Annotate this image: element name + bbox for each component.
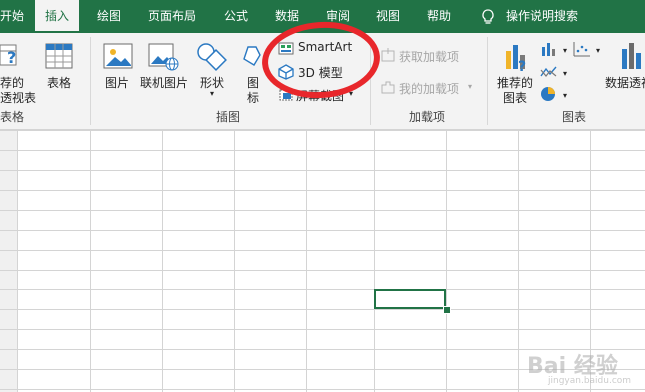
tab-insert[interactable]: 插入 [35, 0, 80, 33]
group-label-addins: 加载项 [409, 110, 446, 124]
tab-view[interactable]: 视图 [376, 0, 400, 33]
icons-button-line2[interactable]: 标 [247, 89, 259, 106]
grid-row-line [0, 289, 645, 290]
baidu-watermark-url: jingyan.baidu.com [548, 376, 632, 386]
icons-icon[interactable] [242, 43, 262, 69]
my-addins-button[interactable]: 我的加载项 [399, 80, 459, 97]
grid-row-line [0, 150, 645, 151]
picture-button[interactable]: 图片 [105, 74, 129, 91]
selected-cell[interactable] [374, 289, 446, 309]
my-addins-icon [381, 81, 395, 94]
store-icon [381, 48, 395, 62]
chevron-down-icon: ▾ [563, 69, 568, 78]
grid-row-line [0, 210, 645, 211]
lightbulb-icon [482, 9, 494, 24]
group-separator [487, 37, 488, 125]
table-button[interactable]: 表格 [47, 74, 71, 91]
recommended-charts-label-2[interactable]: 图表 [503, 89, 527, 106]
grid-row-line [0, 130, 645, 131]
table-icon[interactable] [45, 43, 73, 69]
column-chart-icon[interactable] [540, 41, 558, 57]
tell-me-search[interactable]: 操作说明搜索 [506, 0, 578, 33]
online-picture-icon[interactable] [148, 43, 180, 71]
group-label-tables: 表格 [0, 110, 25, 124]
svg-text:?: ? [518, 59, 526, 73]
chevron-down-icon: ▾ [468, 82, 473, 91]
group-label-illustrations: 插图 [216, 110, 241, 124]
tab-formulas[interactable]: 公式 [224, 0, 248, 33]
grid-row-line [0, 230, 645, 231]
grid-row-line [0, 250, 645, 251]
chevron-down-icon: ▾ [563, 91, 568, 100]
tab-home[interactable]: 开始 [0, 0, 24, 33]
online-picture-button[interactable]: 联机图片 [140, 74, 188, 91]
grid-row-line [0, 389, 645, 390]
tab-page-layout[interactable]: 页面布局 [148, 0, 196, 33]
tab-draw[interactable]: 绘图 [97, 0, 121, 33]
recommended-pivot-label-2: 透视表 [0, 91, 37, 105]
grid-row-line [0, 270, 645, 271]
chevron-down-icon: ▾ [596, 46, 601, 55]
recommended-charts-icon[interactable]: ? [504, 41, 532, 73]
chevron-down-icon: ▾ [210, 89, 215, 98]
get-addins-button[interactable]: 获取加载项 [399, 48, 459, 65]
chevron-down-icon: ▾ [563, 46, 568, 55]
grid-row-line [0, 190, 645, 191]
svg-text:?: ? [7, 48, 16, 67]
tab-help[interactable]: 帮助 [427, 0, 451, 33]
scatter-chart-icon[interactable] [573, 41, 591, 57]
picture-icon[interactable] [103, 43, 133, 69]
line-chart-icon[interactable] [540, 64, 558, 80]
group-separator [90, 37, 91, 125]
pivot-chart-button[interactable]: 数据透视 [605, 74, 645, 91]
pivot-chart-icon[interactable] [620, 41, 645, 71]
grid-row-line [0, 170, 645, 171]
fill-handle[interactable] [443, 306, 451, 314]
pie-chart-icon[interactable] [540, 86, 558, 102]
grid-row-line [0, 329, 645, 330]
shapes-icon[interactable] [196, 41, 228, 71]
grid-row-line [0, 309, 645, 310]
recommended-pivot-table-icon[interactable]: ? [0, 41, 22, 69]
group-label-charts: 图表 [562, 110, 587, 124]
